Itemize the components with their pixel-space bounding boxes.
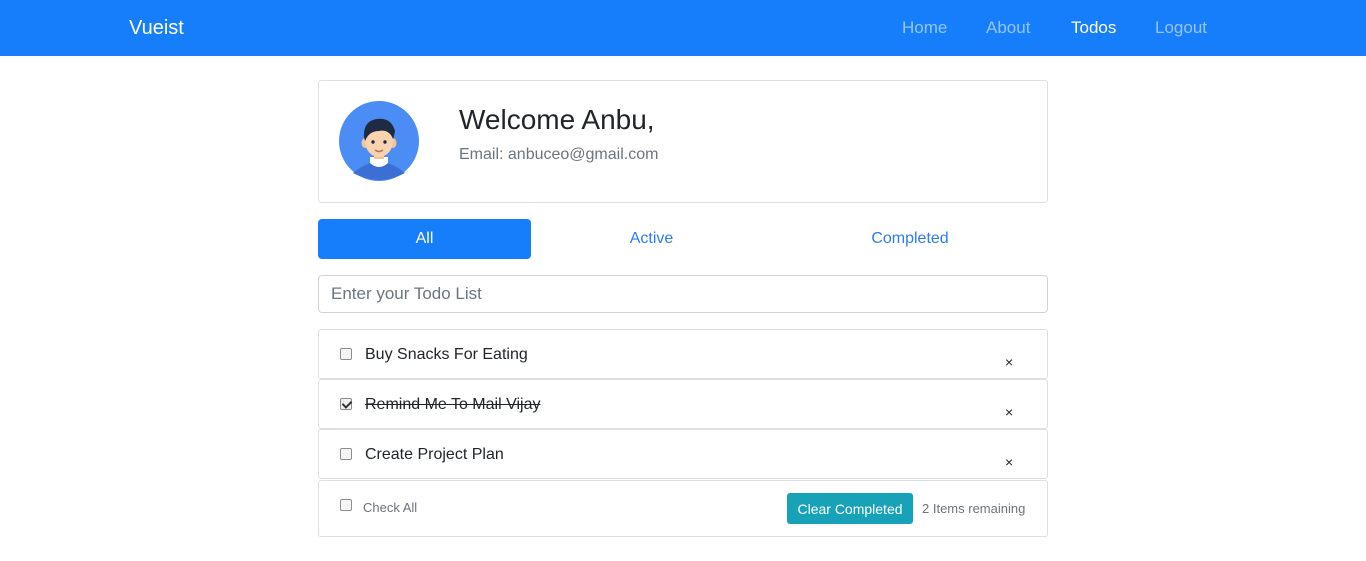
tab-active[interactable]: Active [551, 219, 752, 259]
tab-completed[interactable]: Completed [790, 219, 1030, 259]
profile-card: Welcome Anbu, Email: anbuceo@gmail.com [318, 80, 1048, 203]
remove-todo-icon[interactable]: × [1005, 354, 1013, 370]
todo-item: Remind Me To Mail Vijay × [318, 379, 1048, 429]
todo-input[interactable] [318, 275, 1048, 313]
top-navbar: Vueist Home About Todos Logout [0, 0, 1366, 56]
nav-link-home[interactable]: Home [902, 18, 947, 38]
user-email: Email: anbuceo@gmail.com [459, 146, 659, 163]
todo-text[interactable]: Remind Me To Mail Vijay [365, 395, 540, 415]
welcome-heading: Welcome Anbu, [459, 104, 655, 135]
remove-todo-icon[interactable]: × [1005, 454, 1013, 470]
remove-todo-icon[interactable]: × [1005, 404, 1013, 420]
check-all-label[interactable]: Check All [363, 500, 417, 516]
todo-text[interactable]: Buy Snacks For Eating [365, 345, 528, 365]
brand-logo[interactable]: Vueist [129, 16, 184, 40]
todo-footer: Check All Clear Completed 2 Items remain… [318, 480, 1048, 537]
todo-item: Create Project Plan × [318, 429, 1048, 479]
todo-checkbox[interactable] [340, 448, 352, 460]
todo-text[interactable]: Create Project Plan [365, 445, 504, 465]
todo-checkbox[interactable] [340, 348, 352, 360]
nav-link-todos[interactable]: Todos [1071, 18, 1116, 38]
todo-checkbox[interactable] [340, 398, 352, 410]
user-avatar-icon [339, 101, 419, 181]
nav-link-logout[interactable]: Logout [1155, 18, 1207, 38]
nav-link-about[interactable]: About [986, 18, 1030, 38]
clear-completed-button[interactable]: Clear Completed [787, 493, 913, 524]
tab-all[interactable]: All [318, 219, 531, 259]
check-all-checkbox[interactable] [340, 499, 352, 511]
items-remaining-count: 2 Items remaining [922, 501, 1026, 516]
todo-item: Buy Snacks For Eating × [318, 329, 1048, 379]
